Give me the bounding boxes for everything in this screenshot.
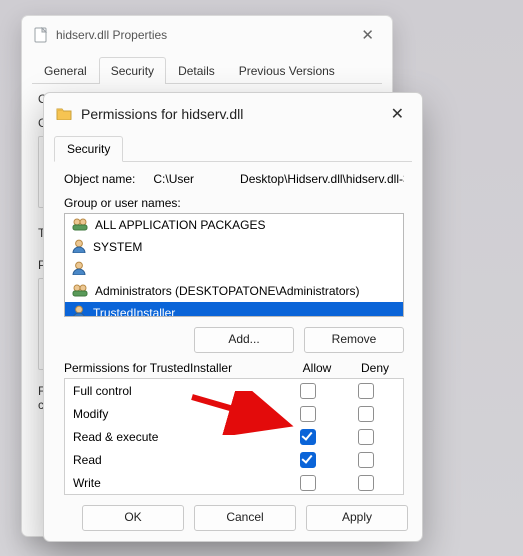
group-list[interactable]: ALL APPLICATION PACKAGES SYSTEM Administra… — [64, 213, 404, 317]
permission-label: Full control — [73, 384, 279, 398]
group-item-label: Administrators (DESKTOPATONE\Administrat… — [95, 284, 360, 298]
permissions-tabs: Security — [54, 135, 412, 162]
group-item-label: TrustedInstaller — [93, 306, 175, 317]
permissions-object-path-right: Desktop\Hidserv.dll\hidserv.dll-37 — [240, 172, 404, 186]
tab-previous-versions[interactable]: Previous Versions — [227, 57, 347, 84]
group-item-label: SYSTEM — [93, 240, 142, 254]
deny-checkbox[interactable] — [358, 406, 374, 422]
allow-checkbox[interactable] — [300, 383, 316, 399]
allow-checkbox[interactable] — [300, 429, 316, 445]
permission-row: Full control — [65, 379, 403, 402]
group-item[interactable]: ALL APPLICATION PACKAGES — [65, 214, 403, 236]
deny-column-header: Deny — [346, 361, 404, 375]
properties-title: hidserv.dll Properties — [56, 28, 167, 42]
permissions-window: Permissions for hidserv.dll ✕ Security O… — [43, 92, 423, 542]
group-icon — [71, 217, 89, 234]
permissions-object-row: Object name: C:\User Desktop\Hidserv.dll… — [64, 172, 404, 186]
apply-button[interactable]: Apply — [306, 505, 408, 531]
permission-row: Write — [65, 471, 403, 494]
cancel-button[interactable]: Cancel — [194, 505, 296, 531]
permissions-tab-security[interactable]: Security — [54, 136, 123, 162]
tab-general[interactable]: General — [32, 57, 99, 84]
allow-checkbox[interactable] — [300, 475, 316, 491]
file-icon — [34, 27, 48, 43]
group-item[interactable]: SYSTEM — [65, 236, 403, 258]
deny-checkbox[interactable] — [358, 475, 374, 491]
deny-checkbox[interactable] — [358, 429, 374, 445]
group-item[interactable] — [65, 258, 403, 280]
allow-column-header: Allow — [288, 361, 346, 375]
permissions-group-label: Group or user names: — [64, 196, 404, 210]
user-icon — [71, 305, 87, 318]
properties-titlebar: hidserv.dll Properties ✕ — [22, 16, 392, 52]
permissions-titlebar: Permissions for hidserv.dll ✕ — [44, 93, 422, 133]
folder-icon — [56, 106, 72, 123]
group-icon — [71, 283, 89, 300]
allow-checkbox[interactable] — [300, 406, 316, 422]
permissions-object-label: Object name: — [64, 172, 135, 186]
permission-label: Modify — [73, 407, 279, 421]
remove-button[interactable]: Remove — [304, 327, 404, 353]
allow-checkbox[interactable] — [300, 452, 316, 468]
group-item[interactable]: TrustedInstaller — [65, 302, 403, 317]
permission-label: Write — [73, 476, 279, 490]
permissions-object-path-left: C:\User — [153, 172, 194, 186]
user-icon — [71, 261, 87, 278]
tab-details[interactable]: Details — [166, 57, 227, 84]
deny-checkbox[interactable] — [358, 452, 374, 468]
permissions-for-label: Permissions for TrustedInstaller — [64, 361, 288, 375]
permissions-table: Full control Modify Read & execute Read Writ… — [64, 378, 404, 495]
permission-row: Read — [65, 448, 403, 471]
add-button[interactable]: Add... — [194, 327, 294, 353]
user-icon — [71, 239, 87, 256]
properties-tabs: General Security Details Previous Versio… — [32, 56, 382, 84]
tab-security[interactable]: Security — [99, 57, 166, 84]
permission-label: Read — [73, 453, 279, 467]
permission-row: Read & execute — [65, 425, 403, 448]
permissions-close-icon[interactable]: ✕ — [381, 102, 414, 126]
group-item-label: ALL APPLICATION PACKAGES — [95, 218, 266, 232]
deny-checkbox[interactable] — [358, 383, 374, 399]
permission-row: Modify — [65, 402, 403, 425]
permissions-title: Permissions for hidserv.dll — [81, 106, 243, 122]
ok-button[interactable]: OK — [82, 505, 184, 531]
group-item[interactable]: Administrators (DESKTOPATONE\Administrat… — [65, 280, 403, 302]
permission-label: Read & execute — [73, 430, 279, 444]
properties-close-icon[interactable]: ✕ — [353, 24, 382, 46]
